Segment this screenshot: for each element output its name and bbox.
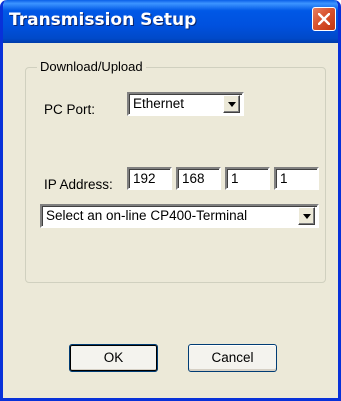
ip-octet-4-value: 1 — [280, 171, 288, 186]
terminal-select[interactable]: Select an on-line CP400-Terminal — [40, 204, 319, 228]
ip-address-label: IP Address: — [44, 177, 113, 192]
ip-octet-2-value: 168 — [182, 171, 205, 186]
ip-octet-4-input[interactable]: 1 — [274, 167, 319, 190]
ip-octet-1-input[interactable]: 192 — [127, 167, 172, 190]
pc-port-select[interactable]: Ethernet — [127, 92, 244, 116]
ip-octet-3-input[interactable]: 1 — [225, 167, 270, 190]
dialog-body: Download/Upload PC Port: Ethernet IP Add… — [3, 43, 338, 398]
close-icon — [318, 13, 330, 25]
window-title: Transmission Setup — [9, 10, 197, 30]
chevron-down-icon — [228, 102, 236, 107]
pc-port-dropdown-button[interactable] — [223, 95, 240, 113]
terminal-select-value: Select an on-line CP400-Terminal — [46, 208, 248, 223]
pc-port-label: PC Port: — [44, 102, 96, 117]
ip-octet-3-value: 1 — [231, 171, 239, 186]
chevron-down-icon — [303, 214, 311, 219]
terminal-dropdown-button[interactable] — [298, 207, 315, 225]
group-legend: Download/Upload — [37, 59, 146, 74]
cancel-button[interactable]: Cancel — [188, 344, 277, 372]
ip-octet-2-input[interactable]: 168 — [176, 167, 221, 190]
close-button[interactable] — [312, 7, 336, 31]
pc-port-value: Ethernet — [133, 96, 185, 111]
title-bar[interactable]: Transmission Setup — [3, 0, 338, 43]
transmission-setup-dialog: Transmission Setup Download/Upload PC Po… — [0, 0, 341, 401]
ok-button[interactable]: OK — [69, 344, 158, 372]
ip-octet-1-value: 192 — [133, 171, 156, 186]
